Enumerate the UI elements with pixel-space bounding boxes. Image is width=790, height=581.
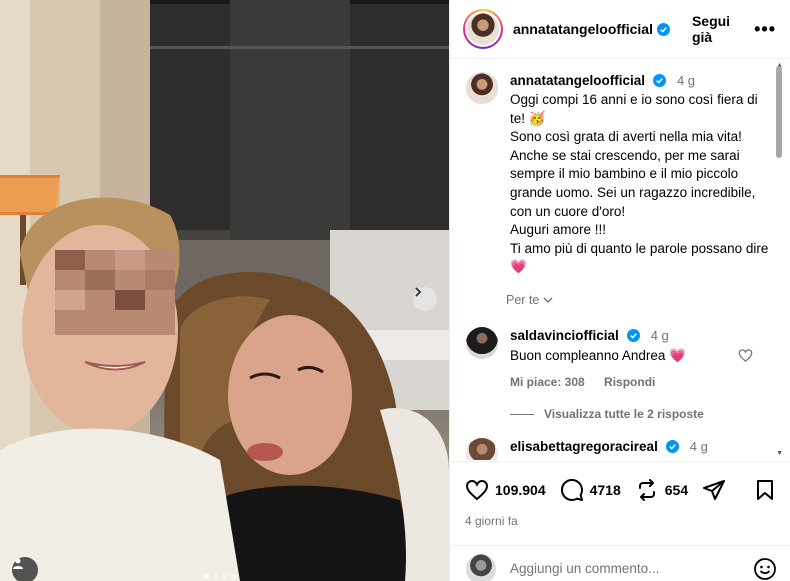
caption-author-avatar[interactable] [466,72,498,104]
carousel-indicator [204,574,236,579]
post-photo-illustration [0,0,449,581]
view-replies-label: Visualizza tutte le 2 risposte [544,407,704,421]
caption-text: Oggi compi 16 anni e io sono così fiera … [510,91,770,277]
carousel-dot [213,574,218,579]
comment-action: 4718 [560,478,621,502]
caption-time[interactable]: 4 g [677,73,695,88]
view-replies-button[interactable]: Visualizza tutte le 2 risposte [510,407,704,421]
reply-button[interactable]: Rispondi [604,375,655,389]
comment-author-username[interactable]: elisabettagregoracireal [510,439,658,454]
likes-count[interactable]: 109.904 [495,482,546,498]
repost-action: 654 [635,478,688,502]
verified-badge-icon [653,74,667,87]
carousel-dot [231,574,236,579]
post-photo[interactable] [0,0,449,581]
comment-input[interactable]: Aggiungi un commento... [510,561,659,576]
comment-bubble-icon[interactable] [560,478,584,502]
reposts-count[interactable]: 654 [665,482,688,498]
current-user-avatar [466,553,496,581]
carousel-dot-active [204,574,209,579]
post-actions: 109.904 4718 654 4 giorni fa [450,461,790,528]
share-icon[interactable] [702,478,726,502]
post-header: annatatangeloofficial Segui già ••• [450,0,790,59]
comments-list[interactable]: annatatangeloofficial 4 g Oggi compi 16 … [450,60,790,460]
post-date[interactable]: 4 giorni fa [465,514,777,528]
caption-line: Sono così grata di averti nella mia vita… [510,129,756,219]
comment-author-avatar[interactable] [466,438,498,460]
tagged-users-button[interactable] [12,557,38,581]
caption-line: Auguri amore !!! [510,222,607,238]
translate-label: Per te [506,293,540,307]
bookmark-icon[interactable] [753,478,777,502]
comment-time[interactable]: 4 g [690,439,708,454]
comment-author-username[interactable]: saldavinciofficial [510,328,619,343]
following-button[interactable]: Segui già [692,13,754,45]
more-options-button[interactable]: ••• [754,19,776,40]
caption-line: Oggi compi 16 anni e io sono così fiera … [510,92,758,126]
translate-toggle[interactable]: Per te [506,293,553,307]
add-comment-bar: Aggiungi un commento... [450,545,790,581]
comments-count[interactable]: 4718 [590,482,621,498]
comment-text: Buon compleanno Andrea 💗 [510,348,686,363]
comment: saldavinciofficial 4 g Buon compleanno A… [466,327,686,389]
verified-badge-icon [627,329,641,342]
emoji-icon[interactable] [753,557,777,581]
caption-author-username[interactable]: annatatangeloofficial [510,73,645,88]
carousel-next-button[interactable] [413,287,437,311]
like-action: 109.904 [465,478,546,502]
caption: annatatangeloofficial 4 g Oggi compi 16 … [466,72,770,277]
heart-icon[interactable] [465,478,489,502]
comment: elisabettagregoracireal 4 g [466,438,708,460]
verified-badge-icon [666,440,680,453]
caption-line: Ti amo più di quanto le parole possano d… [510,240,769,275]
author-avatar[interactable] [463,9,503,49]
like-comment-heart-icon[interactable] [738,348,753,363]
repost-icon[interactable] [635,478,659,502]
scrollbar-thumb[interactable] [776,66,782,158]
comment-likes[interactable]: Mi piace: 308 [510,375,585,389]
comment-time[interactable]: 4 g [651,328,669,343]
verified-badge-icon [656,22,670,36]
user-icon [13,558,23,569]
chevron-right-icon [415,287,422,297]
comment-author-avatar[interactable] [466,327,498,359]
scroll-down-arrow[interactable]: ▼ [776,450,783,457]
post-details-panel: annatatangeloofficial Segui già ••• anna… [449,0,790,581]
chevron-down-icon [543,297,553,303]
author-username[interactable]: annatatangeloofficial [513,21,653,37]
carousel-dot [222,574,227,579]
